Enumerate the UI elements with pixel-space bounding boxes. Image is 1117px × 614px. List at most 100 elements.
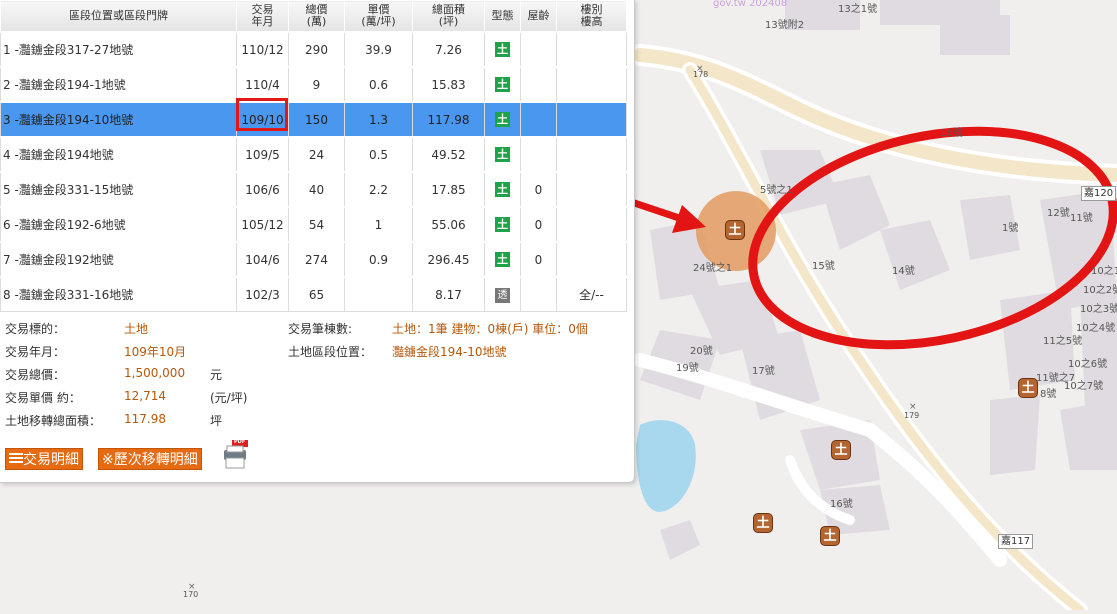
cell-floor xyxy=(556,101,627,138)
cell-floor xyxy=(556,241,627,278)
map-pin-selected[interactable]: 土 xyxy=(725,220,745,240)
header-area[interactable]: 總面積 (坪) xyxy=(412,0,485,33)
table-row[interactable]: 7 -灩鐪金段192地號 104/6 274 0.9 296.45 土 0 xyxy=(0,241,627,278)
cell-unit-price: 1 xyxy=(344,206,413,243)
cell-total: 24 xyxy=(288,136,345,173)
cell-area: 55.06 xyxy=(412,206,485,243)
map-pin[interactable]: 土 xyxy=(753,513,773,533)
cell-area: 7.26 xyxy=(412,31,485,68)
cell-type: 土 xyxy=(484,101,521,138)
detail-location-value: 灩鐪金段194-10地號 xyxy=(392,345,507,359)
header-location[interactable]: 區段位置或區段門牌 xyxy=(0,0,237,33)
detail-area-unit: 坪 xyxy=(210,414,223,428)
table-header: 區段位置或區段門牌 交易 年月 總價 (萬) 單價 (萬/坪) 總面積 (坪) 型態 屋… xyxy=(0,0,627,33)
detail-date-label: 交易年月： xyxy=(5,345,66,359)
transfer-history-button[interactable]: ※歷次移轉明細 xyxy=(98,448,202,470)
map-label: 12號 xyxy=(1047,208,1070,219)
cell-floor xyxy=(556,136,627,173)
detail-target-label: 交易標的： xyxy=(5,322,66,336)
cell-total: 290 xyxy=(288,31,345,68)
map-label: 5號之1 xyxy=(760,185,793,196)
type-badge: 土 xyxy=(495,182,510,197)
cell-unit-price: 0.6 xyxy=(344,66,413,103)
header-date[interactable]: 交易 年月 xyxy=(236,0,289,33)
transaction-detail-button[interactable]: 交易明細 xyxy=(5,448,83,470)
type-badge: 土 xyxy=(495,77,510,92)
header-type[interactable]: 型態 xyxy=(484,0,521,33)
map-label: 11號 xyxy=(1070,213,1093,224)
map-label: 16號 xyxy=(830,499,853,510)
map-label: 15號 xyxy=(812,261,835,272)
cell-area: 17.85 xyxy=(412,171,485,208)
map-label: 10之7號 xyxy=(1064,381,1104,392)
detail-unit-price-unit: (元/坪) xyxy=(210,391,248,405)
cell-total: 9 xyxy=(288,66,345,103)
header-floor[interactable]: 樓別 樓高 xyxy=(556,0,627,33)
table-row[interactable]: 2 -灩鐪金段194-1地號 110/4 9 0.6 15.83 土 xyxy=(0,66,627,103)
detail-target-value: 土地 xyxy=(124,322,149,336)
table-row[interactable]: 6 -灩鐪金段192-6地號 105/12 54 1 55.06 土 0 xyxy=(0,206,627,243)
list-icon xyxy=(9,449,23,471)
header-age[interactable]: 屋齡 xyxy=(520,0,557,33)
detail-count-value: 土地：1筆 建物：0棟(戶) 車位：0個 xyxy=(392,322,588,336)
table-row[interactable]: 1 -灩鐪金段317-27地號 110/12 290 39.9 7.26 土 xyxy=(0,31,627,68)
map-pin[interactable]: 土 xyxy=(1018,378,1038,398)
cell-total: 40 xyxy=(288,171,345,208)
map-label: 11之5號 xyxy=(1043,336,1083,347)
cell-age xyxy=(520,66,557,103)
detail-total-label: 交易總價： xyxy=(5,368,66,382)
cell-age xyxy=(520,136,557,173)
detail-count-label: 交易筆棟數: xyxy=(288,322,353,336)
cell-age: 0 xyxy=(520,241,557,278)
cell-address: 6 -灩鐪金段192-6地號 xyxy=(0,206,237,243)
map-label: 13之1號 xyxy=(838,4,878,15)
type-badge: 土 xyxy=(495,217,510,232)
cell-age xyxy=(520,276,557,312)
map-marker-x: × xyxy=(909,402,917,412)
detail-total-unit: 元 xyxy=(210,368,223,382)
cell-age: 0 xyxy=(520,171,557,208)
cell-address: 4 -灩鐪金段194地號 xyxy=(0,136,237,173)
table-row[interactable]: 4 -灩鐪金段194地號 109/5 24 0.5 49.52 土 xyxy=(0,136,627,173)
cell-unit-price: 0.5 xyxy=(344,136,413,173)
cell-unit-price xyxy=(344,276,413,312)
cell-age: 0 xyxy=(520,206,557,243)
cell-type: 土 xyxy=(484,66,521,103)
pdf-print-icon[interactable]: PDF xyxy=(218,438,252,472)
table-row[interactable]: 8 -灩鐪金段331-16地號 102/3 65 8.17 透 全/-- xyxy=(0,276,627,312)
cell-area: 296.45 xyxy=(412,241,485,278)
map-marker-x: × xyxy=(696,64,704,74)
cell-type: 土 xyxy=(484,206,521,243)
detail-unit-price-label: 交易單價 約： xyxy=(5,391,81,405)
cell-type: 土 xyxy=(484,136,521,173)
cell-area: 8.17 xyxy=(412,276,485,312)
map-label: 24號之1 xyxy=(693,263,733,274)
detail-location-label: 土地區段位置： xyxy=(288,345,373,359)
cell-type: 土 xyxy=(484,31,521,68)
cell-type: 透 xyxy=(484,276,521,312)
type-badge: 透 xyxy=(495,287,510,303)
road-label: 嘉117 xyxy=(998,534,1034,549)
map-label: 16號 xyxy=(940,128,963,139)
map-pin[interactable]: 土 xyxy=(820,526,840,546)
header-unit-price[interactable]: 單價 (萬/坪) xyxy=(344,0,413,33)
map-label: 10之3號 xyxy=(1080,304,1117,315)
header-total[interactable]: 總價 (萬) xyxy=(288,0,345,33)
table-row-selected[interactable]: 3 -灩鐪金段194-10地號 109/10 150 1.3 117.98 土 xyxy=(0,101,627,138)
map-pin[interactable]: 土 xyxy=(831,440,851,460)
map-label: 10之1 xyxy=(1091,266,1117,277)
map-label: 17號 xyxy=(752,366,775,377)
cell-date: 110/12 xyxy=(236,31,289,68)
type-badge: 土 xyxy=(495,147,510,162)
cell-address: 3 -灩鐪金段194-10地號 xyxy=(0,101,237,138)
cell-unit-price: 1.3 xyxy=(344,101,413,138)
annotation-date-highlight xyxy=(236,98,288,131)
table-row[interactable]: 5 -灩鐪金段331-15地號 106/6 40 2.2 17.85 土 0 xyxy=(0,171,627,208)
map-label: 1號 xyxy=(1002,223,1019,234)
detail-area-label: 土地移轉總面積： xyxy=(5,414,102,428)
cell-date: 110/4 xyxy=(236,66,289,103)
cell-address: 8 -灩鐪金段331-16地號 xyxy=(0,276,237,312)
transaction-table: 區段位置或區段門牌 交易 年月 總價 (萬) 單價 (萬/坪) 總面積 (坪) 型態 屋… xyxy=(0,0,627,312)
detail-area-value: 117.98 xyxy=(124,412,166,426)
cell-floor xyxy=(556,66,627,103)
